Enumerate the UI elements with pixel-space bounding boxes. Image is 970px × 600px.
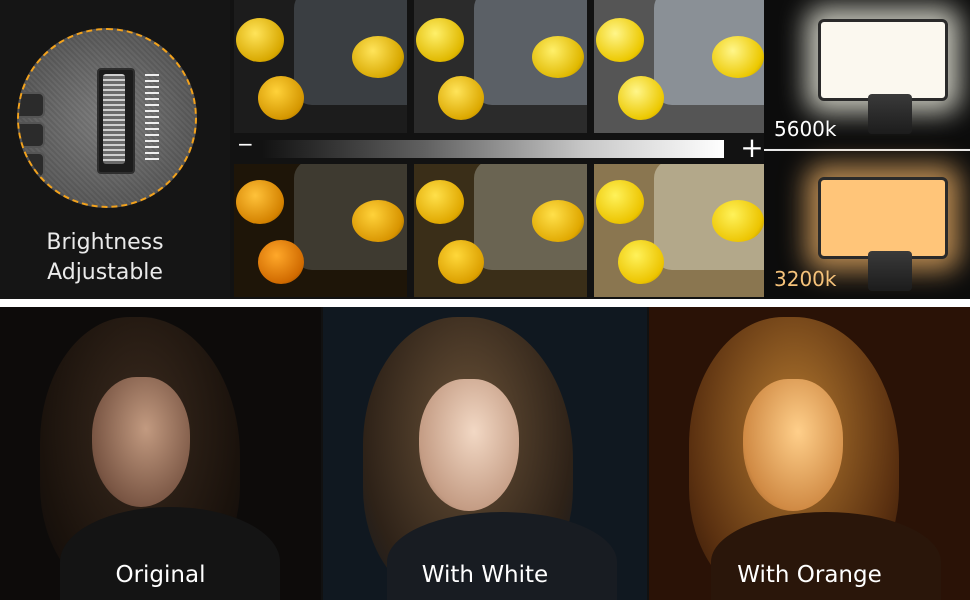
led-panel-warm-area: 3200k — [764, 151, 970, 299]
led-panel-cool — [818, 19, 948, 101]
brightness-label-line1: Brightness — [46, 230, 164, 255]
portrait-white: With White — [323, 307, 647, 600]
temp-label-warm: 3200k — [774, 267, 837, 291]
caption-original: Original — [115, 562, 206, 588]
housing-tab — [19, 152, 45, 178]
brightness-label-line2: Adjustable — [47, 260, 163, 285]
brightness-gradient-bar — [262, 140, 724, 158]
lemon-photo-cool-mid — [414, 0, 587, 133]
brightness-label: Brightness Adjustable — [0, 228, 210, 288]
brightness-dial-panel: Brightness Adjustable — [0, 0, 230, 299]
section-divider — [0, 299, 970, 307]
caption-white: With White — [421, 562, 549, 588]
brightness-scale-marks — [145, 74, 159, 164]
lemon-photo-warm-mid — [414, 164, 587, 297]
lemon-photo-cool-high — [594, 0, 767, 133]
lemon-photo-cool-low — [234, 0, 407, 133]
temp-label-cool: 5600k — [774, 117, 837, 141]
brightness-dial-closeup — [17, 28, 197, 208]
led-panel-cool-area: 5600k — [764, 0, 970, 148]
caption-orange: With Orange — [737, 562, 882, 588]
lemon-photo-warm-low — [234, 164, 407, 297]
brightness-section: Brightness Adjustable − + 5600k 3200k — [0, 0, 970, 299]
panel-mount — [868, 251, 912, 291]
minus-icon: − — [237, 132, 254, 156]
plus-icon: + — [740, 131, 764, 164]
portrait-orange: With Orange — [649, 307, 970, 600]
panel-mount — [868, 94, 912, 134]
portrait-original: Original — [0, 307, 321, 600]
housing-tab — [19, 92, 45, 118]
housing-tab — [19, 122, 45, 148]
led-panel-warm — [818, 177, 948, 259]
brightness-wheel — [103, 74, 125, 164]
lemon-photo-warm-high — [594, 164, 767, 297]
